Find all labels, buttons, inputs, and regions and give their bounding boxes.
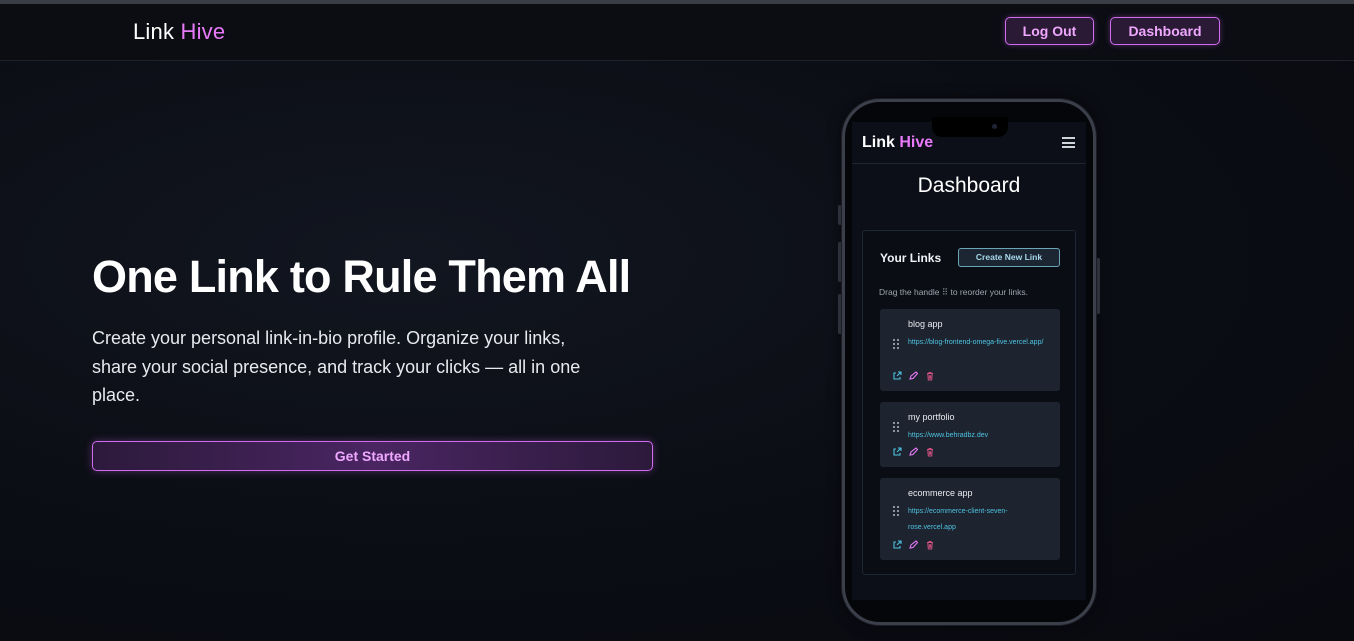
phone-camera	[992, 124, 997, 129]
phone-brand-logo: Link Hive	[862, 134, 933, 152]
link-url: https://ecommerce-client-seven-rose.verc…	[908, 508, 1008, 531]
drag-handle-icon	[893, 422, 899, 432]
trash-icon	[927, 448, 933, 457]
link-card: my portfolio https://www.behradbz.dev	[880, 402, 1060, 467]
brand-logo[interactable]: Link Hive	[133, 19, 225, 45]
link-name: ecommerce app	[908, 488, 973, 498]
links-panel-title: Your Links	[880, 251, 942, 265]
link-url: https://blog-frontend-omega-five.vercel.…	[908, 339, 1044, 346]
reorder-hint-before: Drag the handle	[879, 287, 940, 297]
phone-page-title: Dashboard	[917, 174, 1021, 197]
trash-icon	[927, 541, 933, 550]
brand-word-hive: Hive	[180, 19, 226, 44]
hero-title: One Link to Rule Them All	[92, 251, 631, 302]
link-card: ecommerce app https://ecommerce-client-s…	[880, 478, 1060, 560]
reorder-hint: Drag the handle ⠿ to reorder your links.	[879, 287, 1028, 298]
phone-brand-word-link: Link	[862, 134, 895, 151]
drag-handle-icon	[893, 506, 899, 516]
link-name: my portfolio	[908, 412, 955, 422]
edit-icon	[909, 447, 918, 456]
brand-word-link: Link	[133, 19, 175, 44]
navbar: Link Hive Log Out Dashboard	[0, 4, 1354, 61]
phone-screen: Link Hive Dashboard Your Links Create Ne…	[852, 122, 1086, 600]
logout-button[interactable]: Log Out	[1005, 17, 1094, 45]
external-link-icon	[893, 540, 902, 549]
phone-brand-word-hive: Hive	[899, 134, 934, 151]
link-card: blog app https://blog-frontend-omega-fiv…	[880, 309, 1060, 391]
links-panel: Your Links Create New Link Drag the hand…	[862, 230, 1076, 575]
trash-icon	[927, 372, 933, 381]
link-url: https://www.behradbz.dev	[908, 432, 989, 439]
get-started-button[interactable]: Get Started	[92, 441, 653, 471]
hero-subtitle: Create your personal link-in-bio profile…	[92, 328, 581, 405]
external-link-icon	[893, 371, 902, 380]
edit-icon	[909, 371, 918, 380]
menu-icon	[1062, 137, 1075, 148]
link-name: blog app	[908, 319, 943, 329]
edit-icon	[909, 540, 918, 549]
create-new-link-button: Create New Link	[958, 248, 1060, 267]
dashboard-button[interactable]: Dashboard	[1110, 17, 1220, 45]
phone-side-button	[1096, 258, 1100, 314]
drag-handle-icon: ⠿	[941, 287, 949, 297]
reorder-hint-after: to reorder your links.	[950, 287, 1028, 297]
drag-handle-icon	[893, 339, 899, 349]
external-link-icon	[893, 447, 902, 456]
